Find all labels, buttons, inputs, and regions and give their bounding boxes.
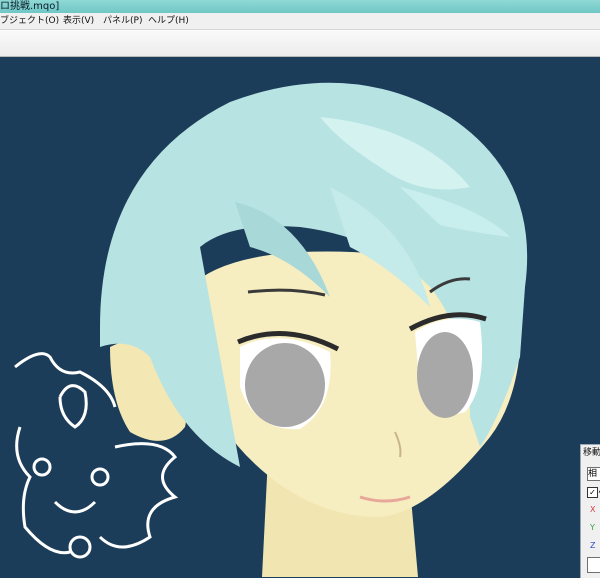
menu-object[interactable]: ブジェクト(O): [0, 13, 59, 29]
toolbar: [0, 30, 600, 57]
menu-panel[interactable]: パネル(P): [103, 13, 142, 29]
panel-checkbox[interactable]: ✓: [587, 487, 598, 498]
menu-help[interactable]: ヘルプ(H): [148, 13, 189, 29]
3d-viewport[interactable]: [0, 57, 600, 577]
right-eye-iris: [417, 332, 473, 418]
axis-y-label: Y: [590, 523, 595, 532]
axis-z-label: Z: [590, 541, 596, 550]
window-title: ロ挑戦.mqo]: [0, 1, 60, 12]
panel-title: 移動: [583, 448, 600, 458]
window-title-bar: ロ挑戦.mqo]: [0, 0, 600, 13]
menu-view[interactable]: 表示(V): [63, 13, 94, 29]
axis-x-label: X: [590, 505, 596, 514]
panel-input[interactable]: [587, 557, 600, 573]
model-render: [14, 82, 528, 577]
move-panel: 移動 相 ✓ ハ X Y Z: [580, 444, 600, 578]
relative-button[interactable]: 相: [587, 467, 600, 481]
menu-bar: ブジェクト(O) 表示(V) パネル(P) ヘルプ(H): [0, 13, 600, 30]
left-eye-iris: [245, 343, 325, 427]
